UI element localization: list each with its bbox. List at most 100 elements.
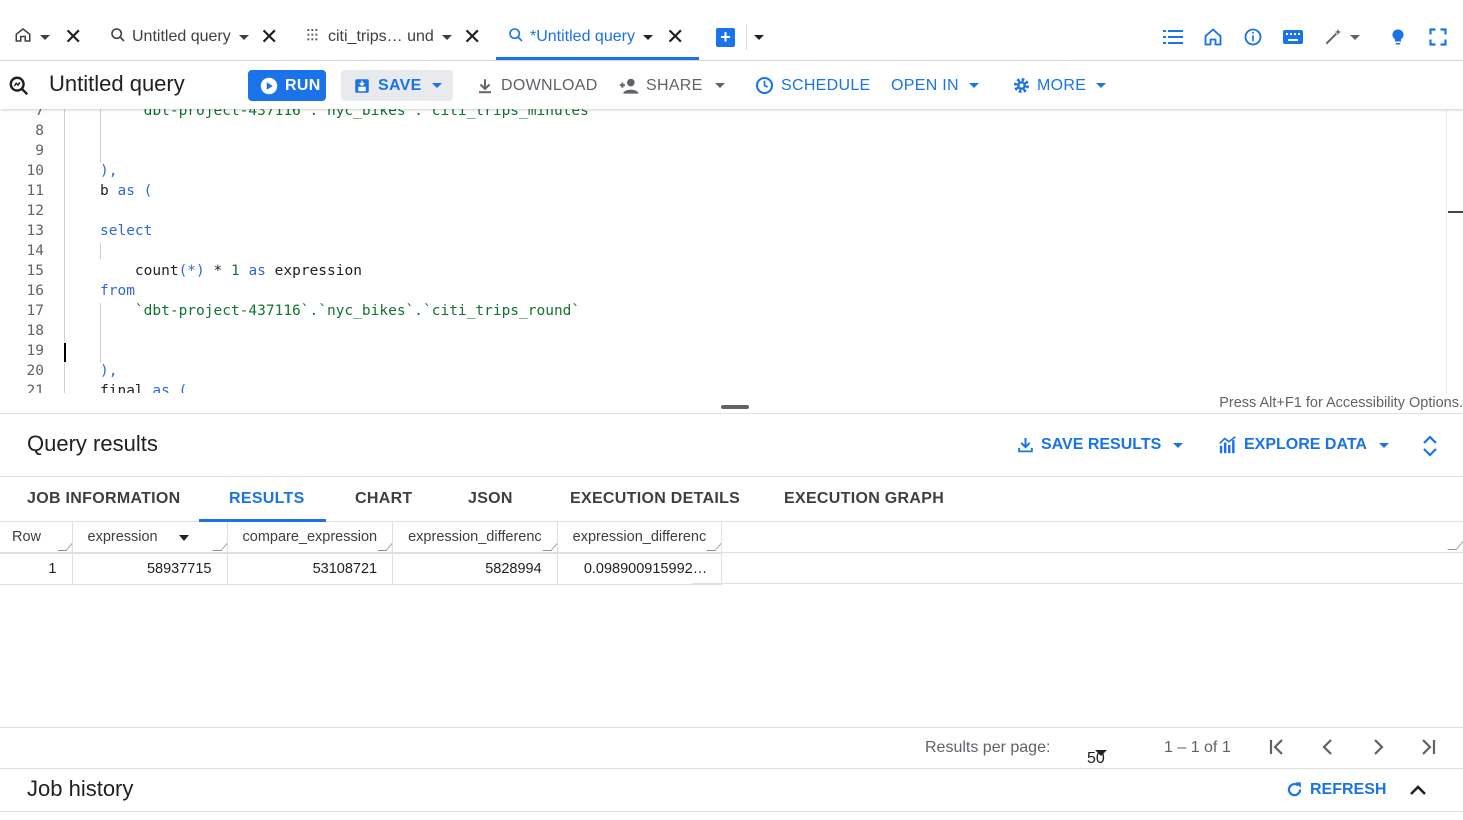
code-line[interactable]: 9 [0,143,1446,163]
column-header-compare-expression[interactable]: compare_expression [227,522,394,554]
close-icon[interactable]: ✕ [666,26,684,48]
chevron-down-icon [1095,750,1107,756]
last-page-icon[interactable] [1419,738,1437,761]
previous-page-icon[interactable] [1319,738,1337,761]
magic-wand-icon[interactable] [1322,26,1364,48]
first-page-icon[interactable] [1268,738,1286,761]
column-header-expression[interactable]: expression [72,522,228,554]
resize-icon[interactable] [377,541,392,551]
code-line[interactable]: 7 `dbt-project-437116`.`nyc_bikes`.`citi… [0,109,1446,123]
code-text: select [100,223,153,239]
save-button[interactable]: SAVE [341,70,453,101]
save-results-button[interactable]: SAVE RESULTS [1017,436,1184,454]
tab-execution-details[interactable]: EXECUTION DETAILS [570,490,740,508]
tab-results[interactable]: RESULTS [229,490,305,508]
lightbulb-icon[interactable] [1387,26,1409,48]
tab-active-query[interactable]: *Untitled query [508,14,653,60]
resize-icon[interactable] [56,541,71,551]
page-range: 1 – 1 of 1 [1164,739,1231,756]
gear-icon [1013,77,1030,94]
tab-execution-graph[interactable]: EXECUTION GRAPH [784,490,944,508]
run-button[interactable]: RUN [248,70,326,101]
code-line[interactable]: 11 b as ( [0,183,1446,203]
code-line[interactable]: 18 [0,323,1446,343]
download-icon [1018,437,1033,453]
sql-editor[interactable]: 7 `dbt-project-437116`.`nyc_bikes`.`citi… [0,109,1463,393]
tab-strip: ✕ Untitled query ✕ citi_trips… und ✕ *Un… [0,0,1463,61]
code-line[interactable]: 10), [0,163,1446,183]
open-in-button[interactable]: OPEN IN [891,70,979,101]
list-icon[interactable] [1162,26,1184,48]
query-icon [508,27,524,48]
chart-icon [1219,436,1236,454]
home-icon[interactable] [1202,26,1224,48]
chevron-down-icon [714,83,725,88]
tab-untitled-query[interactable]: Untitled query [110,14,249,60]
expand-collapse-icon[interactable] [1421,435,1439,460]
code-line[interactable]: 16 from [0,283,1446,303]
chevron-down-icon[interactable] [642,34,653,40]
schedule-button[interactable]: SCHEDULE [755,70,871,101]
code-line[interactable]: 21 final as ( [0,383,1446,393]
code-line[interactable]: 15 count(*) * 1 as expression [0,263,1446,283]
table-cell[interactable]: 1 [0,553,73,585]
chevron-down-icon[interactable] [441,34,452,40]
resize-icon[interactable] [541,541,557,551]
sort-down-icon[interactable] [178,535,189,541]
tab-chart[interactable]: CHART [355,490,413,508]
column-header-expression-difference[interactable]: expression_differenc [392,522,558,554]
tab-json[interactable]: JSON [468,490,513,508]
tab-home[interactable] [14,14,50,60]
code-text: b as ( [100,183,153,199]
code-text: ), [100,163,127,179]
column-header-label: expression_differenc [572,529,707,546]
fullscreen-icon[interactable] [1427,26,1449,48]
refresh-button[interactable]: REFRESH [1285,780,1386,799]
download-button[interactable]: DOWNLOAD [476,70,598,101]
open-in-label: OPEN IN [891,76,959,94]
code-line[interactable]: 12 [0,203,1446,223]
share-icon [619,78,639,94]
share-button[interactable]: SHARE [619,70,725,101]
table-cell[interactable]: 58937715 [72,553,228,585]
code-line[interactable]: 8 [0,123,1446,143]
column-header-row[interactable]: Row [0,522,73,554]
close-icon[interactable]: ✕ [64,26,82,48]
code-line[interactable]: 17 `dbt-project-437116`.`nyc_bikes`.`cit… [0,303,1446,323]
tab-table[interactable]: citi_trips… und [306,14,452,60]
column-header-label: compare_expression [242,529,378,546]
more-button[interactable]: MORE [1012,70,1107,101]
resize-icon[interactable] [211,541,226,551]
refresh-icon [1287,782,1302,797]
table-header-row: Row expression compare_expression expres… [0,522,723,554]
resize-icon[interactable] [1447,540,1463,550]
table-cell[interactable]: 5828994 [392,553,558,585]
download-label: DOWNLOAD [501,76,598,94]
explore-data-button[interactable]: EXPLORE DATA [1218,436,1389,454]
add-tab-icon[interactable]: + [716,28,735,47]
close-icon[interactable]: ✕ [463,26,481,48]
next-page-icon[interactable] [1369,738,1387,761]
chevron-down-icon[interactable] [40,34,50,40]
table-icon [306,27,322,48]
code-line[interactable]: 14 [0,243,1446,263]
code-line[interactable]: 20), [0,363,1446,383]
close-icon[interactable]: ✕ [260,26,278,48]
tab-job-information[interactable]: JOB INFORMATION [27,490,181,508]
pane-resize-handle[interactable] [721,405,749,409]
editor-scrollbar[interactable] [1446,109,1463,393]
active-tab-indicator [496,57,699,60]
table-cell[interactable]: 53108721 [227,553,394,585]
code-line[interactable]: 13 select [0,223,1446,243]
table-row: 1 58937715 53108721 5828994 0.0989009159… [0,553,723,585]
column-header-label: Row [12,529,42,546]
info-icon[interactable] [1242,26,1264,48]
code-line[interactable]: 19 [0,343,1446,363]
keyboard-icon[interactable] [1282,26,1304,48]
line-number: 20 [26,363,44,379]
chevron-up-icon[interactable] [1409,783,1427,800]
chevron-down-icon[interactable] [238,34,249,40]
chevron-down-icon[interactable] [754,35,764,40]
code-text: final as ( [100,383,188,393]
save-icon [355,78,369,93]
